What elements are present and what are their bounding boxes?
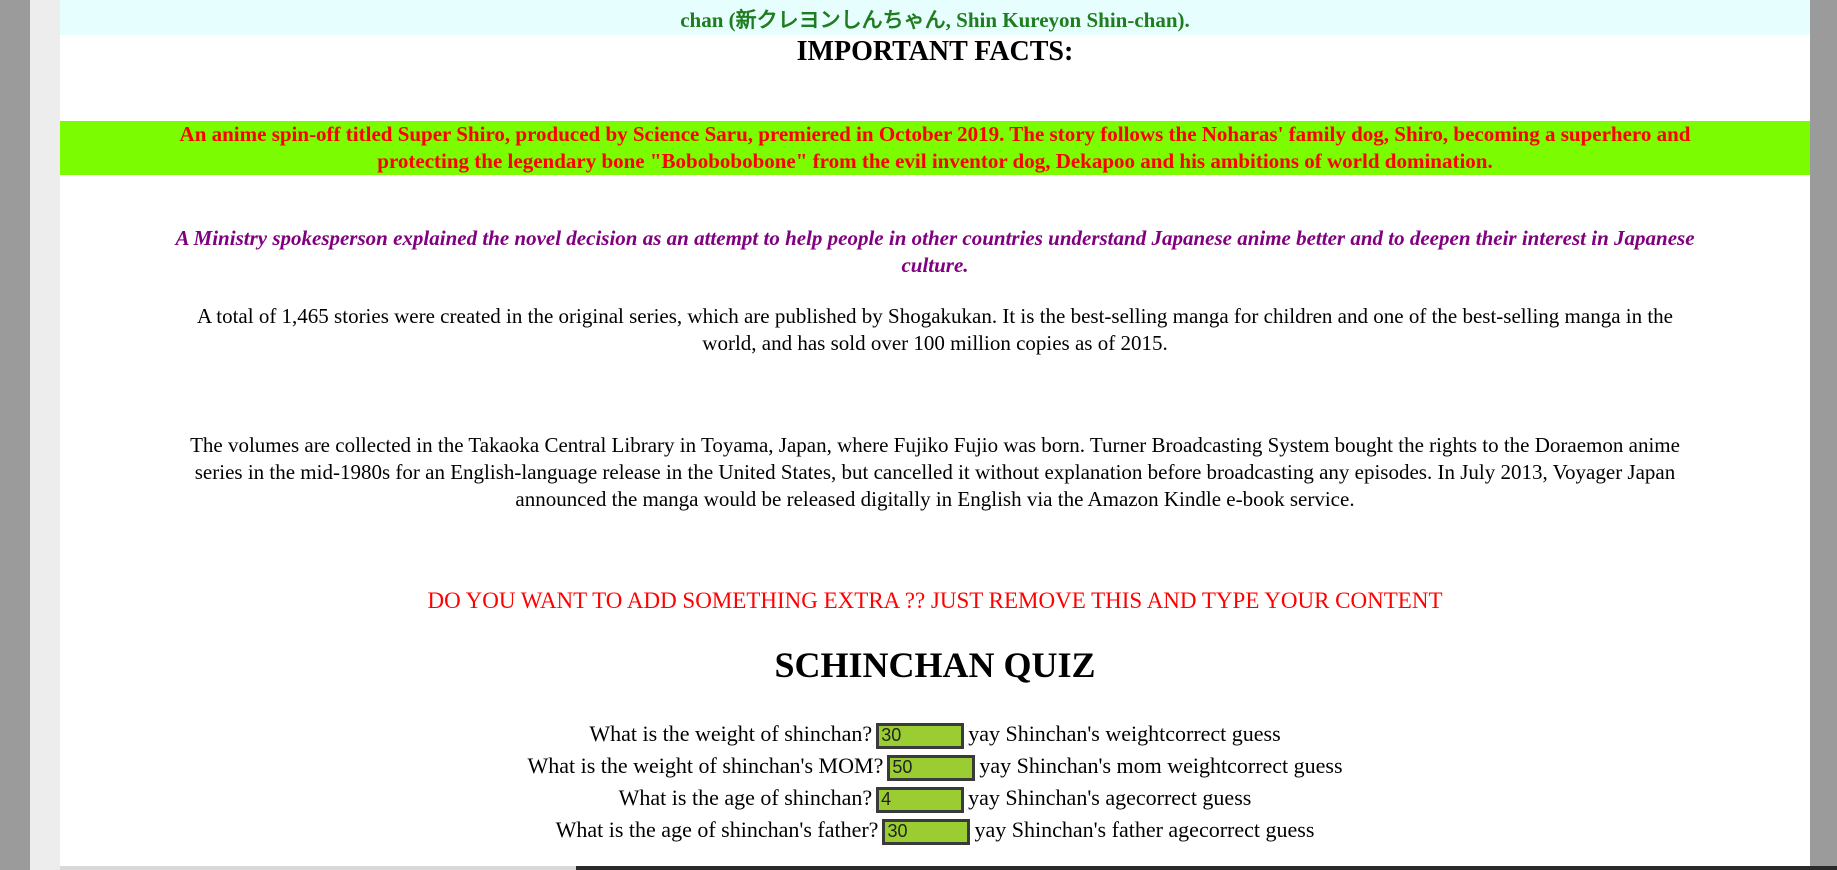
super-shiro-fact-line-1: An anime spin-off titled Super Shiro, pr…: [179, 122, 1691, 146]
horizontal-scrollbar-thumb[interactable]: [60, 866, 576, 870]
father-age-input[interactable]: [882, 818, 971, 845]
extra-content-notice: DO YOU WANT TO ADD SOMETHING EXTRA ?? JU…: [427, 588, 1443, 613]
ministry-quote-line-1: A Ministry spokesperson explained the no…: [175, 226, 1695, 250]
title-strip-text: chan (新クレヨンしんちゃん, Shin Kureyon Shin-chan…: [680, 8, 1190, 32]
quiz-row-mom-weight: What is the weight of shinchan's MOM? yay…: [60, 750, 1810, 782]
quiz-question: What is the age of shinchan?: [618, 785, 873, 810]
quiz-feedback: yay Shinchan's weightcorrect guess: [968, 721, 1281, 746]
shinchan-age-input[interactable]: [876, 786, 965, 813]
super-shiro-fact-box: An anime spin-off titled Super Shiro, pr…: [60, 121, 1810, 175]
volumes-line-2: series in the mid-1980s for an English-l…: [194, 460, 1676, 484]
window-right-margin: [1810, 0, 1837, 870]
volumes-paragraph: The volumes are collected in the Takaoka…: [70, 432, 1800, 513]
page-left-gutter: [30, 0, 60, 870]
quiz-row-shinchan-age: What is the age of shinchan? yay Shinchan…: [60, 782, 1810, 814]
page-content: chan (新クレヨンしんちゃん, Shin Kureyon Shin-chan…: [60, 0, 1810, 870]
quiz-row-shinchan-weight: What is the weight of shinchan? yay Shinc…: [60, 718, 1810, 750]
quiz-question: What is the age of shinchan's father?: [555, 817, 879, 842]
quiz-feedback: yay Shinchan's mom weightcorrect guess: [979, 753, 1343, 778]
quiz-feedback: yay Shinchan's agecorrect guess: [968, 785, 1252, 810]
stories-paragraph: A total of 1,465 stories were created in…: [70, 303, 1800, 357]
ministry-quote-line-2: culture.: [901, 253, 969, 277]
quiz-title: SCHINCHAN QUIZ: [774, 645, 1096, 685]
window-left-margin: [0, 0, 30, 870]
title-strip: chan (新クレヨンしんちゃん, Shin Kureyon Shin-chan…: [60, 0, 1810, 35]
horizontal-scrollbar[interactable]: [60, 866, 1837, 870]
quiz-feedback: yay Shinchan's father agecorrect guess: [974, 817, 1315, 842]
super-shiro-fact-text: An anime spin-off titled Super Shiro, pr…: [60, 121, 1810, 175]
quiz-question: What is the weight of shinchan?: [589, 721, 873, 746]
volumes-line-3: announced the manga would be released di…: [515, 487, 1355, 511]
mom-weight-input[interactable]: [887, 754, 976, 781]
quiz-question: What is the weight of shinchan's MOM?: [527, 753, 884, 778]
volumes-line-1: The volumes are collected in the Takaoka…: [190, 433, 1680, 457]
important-facts-heading: IMPORTANT FACTS:: [796, 36, 1074, 67]
quiz-row-father-age: What is the age of shinchan's father? yay…: [60, 814, 1810, 846]
super-shiro-fact-line-2: protecting the legendary bone "Bobobobob…: [377, 149, 1493, 173]
ministry-quote: A Ministry spokesperson explained the no…: [60, 225, 1810, 279]
stories-line-1: A total of 1,465 stories were created in…: [196, 304, 1674, 328]
quiz-form: What is the weight of shinchan? yay Shinc…: [60, 718, 1810, 846]
stories-line-2: world, and has sold over 100 million cop…: [702, 331, 1168, 355]
shinchan-weight-input[interactable]: [876, 722, 965, 749]
